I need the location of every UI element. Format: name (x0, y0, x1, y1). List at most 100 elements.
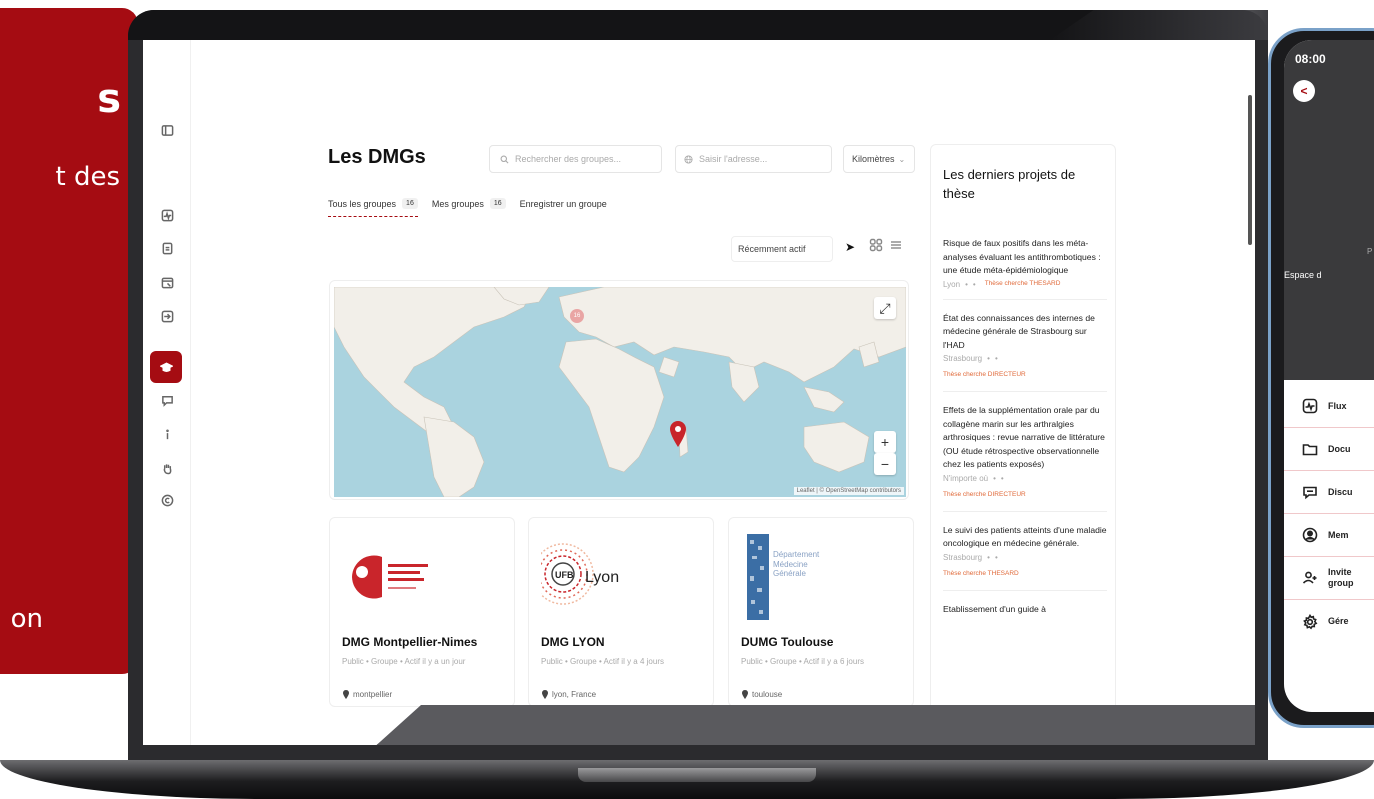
view-toggle (869, 238, 903, 252)
svg-text:UFB: UFB (555, 570, 574, 580)
promo-text-line2: on (10, 604, 43, 634)
group-card[interactable]: DMG Montpellier-Nimes Public • Groupe • … (329, 517, 515, 707)
chat-icon[interactable] (155, 388, 179, 412)
search-input[interactable]: Rechercher des groupes... (489, 145, 662, 173)
thesis-location: N'importe où • • (943, 473, 1004, 483)
phone-status-time: 08:00 (1295, 52, 1326, 66)
location-pin-icon (542, 690, 548, 699)
map-land (334, 287, 906, 497)
document-icon[interactable] (155, 236, 179, 260)
promo-title: s (97, 76, 121, 122)
thesis-location: Strasbourg • • (943, 354, 998, 363)
zoom-in-button[interactable]: + (874, 431, 896, 453)
world-map[interactable]: 16 ⤢ + − Leaflet | © OpenStreetMap contr… (334, 287, 906, 497)
group-meta: Public • Groupe • Actif il y a un jour (342, 657, 466, 666)
hand-icon[interactable] (155, 456, 179, 480)
group-logo: Département Médecine Générale (747, 534, 820, 620)
group-name: DMG Montpellier-Nimes (342, 635, 478, 649)
thesis-title: Le suivi des patients atteints d'une mal… (943, 524, 1107, 549)
thesis-status-badge: Thèse cherche THESARD (984, 279, 1061, 287)
location-pin-icon (343, 690, 349, 699)
activity-icon (1302, 398, 1318, 414)
latest-thesis-panel: Les derniers projets de thèse Risque de … (930, 144, 1116, 744)
tab-all-groups[interactable]: Tous les groupes 16 (328, 198, 418, 217)
logo-text: Département Médecine Générale (773, 550, 820, 578)
thesis-item[interactable]: Effets de la supplémentation orale par d… (943, 404, 1107, 512)
tab-label: Tous les groupes (328, 198, 397, 209)
scrollbar[interactable] (1248, 95, 1252, 245)
activity-icon[interactable] (155, 203, 179, 227)
search-placeholder: Rechercher des groupes... (515, 154, 622, 164)
tab-register-group[interactable]: Enregistrer un groupe (520, 198, 607, 217)
sort-select[interactable]: Récemment actif (731, 236, 833, 262)
phone-menu-item-documents[interactable]: Docu (1284, 428, 1374, 471)
thesis-list: Risque de faux positifs dans les méta-an… (943, 237, 1107, 638)
unit-select[interactable]: Kilomètres ⌄ (843, 145, 915, 173)
phone-menu-item-invite[interactable]: Invite group (1284, 557, 1374, 600)
location-pin-icon (742, 690, 748, 699)
grid-view-icon[interactable] (869, 238, 883, 252)
graduation-cap-icon[interactable] (150, 351, 182, 383)
map-attribution[interactable]: Leaflet | © OpenStreetMap contributors (793, 487, 904, 495)
phone-menu-item-flux[interactable]: Flux (1284, 385, 1374, 428)
sidebar-rail (143, 40, 191, 745)
group-logo: UFB Lyon (541, 543, 619, 605)
thesis-title: État des connaissances des internes de m… (943, 312, 1095, 350)
calendar-edit-icon[interactable] (155, 270, 179, 294)
logo-text: Lyon (585, 569, 619, 586)
map-pin-icon[interactable] (670, 421, 686, 447)
group-location: montpellier (342, 690, 392, 699)
address-input[interactable]: Saisir l'adresse... (675, 145, 832, 173)
group-name: DUMG Toulouse (741, 635, 834, 649)
phone-menu-item-discussions[interactable]: Discu (1284, 471, 1374, 514)
phone-menu-item-manage[interactable]: Gére (1284, 600, 1374, 643)
sidebar-toggle-icon[interactable] (155, 118, 179, 142)
chat-icon (1303, 486, 1317, 500)
phone-screen: 08:00 < P Espace d Flux Docu Discu Mem I… (1284, 40, 1374, 712)
thesis-item[interactable]: État des connaissances des internes de m… (943, 312, 1107, 392)
group-card[interactable]: UFB Lyon DMG LYON Public • Groupe • Acti… (528, 517, 714, 707)
login-icon[interactable] (155, 304, 179, 328)
thesis-item[interactable]: Risque de faux positifs dans les méta-an… (943, 237, 1107, 300)
tab-count-badge: 16 (402, 198, 418, 209)
back-button[interactable]: < (1293, 80, 1315, 102)
group-location: lyon, France (541, 690, 596, 699)
map-card: 16 ⤢ + − Leaflet | © OpenStreetMap contr… (329, 280, 909, 500)
panel-title: Les derniers projets de thèse (943, 167, 1076, 201)
address-placeholder: Saisir l'adresse... (699, 154, 768, 164)
tab-label: Mes groupes (431, 198, 484, 209)
phone-hero-label: P (1367, 247, 1373, 256)
group-logo (352, 555, 428, 599)
thesis-item[interactable]: Etablissement d'un guide à (943, 603, 1107, 627)
group-card[interactable]: Département Médecine Générale DUMG Toulo… (728, 517, 914, 707)
tab-count-badge: 16 (489, 198, 506, 209)
thesis-location: Strasbourg • • (943, 552, 998, 562)
phone-hero-subtitle: Espace d (1284, 270, 1322, 280)
thesis-item[interactable]: Le suivi des patients atteints d'une mal… (943, 524, 1107, 591)
thesis-status-badge: Thèse cherche DIRECTEUR (943, 490, 1026, 498)
user-add-icon (1302, 571, 1317, 584)
list-view-icon[interactable] (889, 238, 903, 252)
group-meta: Public • Groupe • Actif il y a 4 jours (541, 657, 664, 666)
sort-select-value: Récemment actif (738, 244, 806, 254)
search-icon (500, 155, 509, 163)
promo-text-line1: t des (55, 162, 120, 192)
zoom-out-button[interactable]: − (874, 453, 896, 475)
mouse-cursor-icon: ➤ (845, 240, 856, 254)
thesis-location: Lyon • • Thèse cherche THESARD (943, 279, 1061, 289)
chevron-down-icon: ⌄ (898, 154, 906, 164)
phone-menu-item-members[interactable]: Mem (1284, 514, 1374, 557)
globe-icon (684, 154, 693, 164)
user-circle-icon (1302, 527, 1318, 543)
laptop-hinge-notch (578, 768, 816, 782)
page-title: Les DMGs (328, 146, 426, 168)
copyright-icon[interactable] (155, 488, 179, 512)
thesis-title: Effets de la supplémentation orale par d… (943, 405, 1105, 469)
promo-card: s t des on (0, 8, 138, 674)
fullscreen-icon[interactable]: ⤢ (874, 297, 896, 319)
tab-my-groups[interactable]: Mes groupes 16 (432, 198, 506, 217)
info-icon[interactable] (155, 422, 179, 446)
thesis-title: Etablissement d'un guide à (943, 603, 1046, 614)
map-cluster-marker[interactable]: 16 (570, 309, 584, 323)
thesis-status-badge: Thèse cherche THESARD (943, 569, 1019, 577)
